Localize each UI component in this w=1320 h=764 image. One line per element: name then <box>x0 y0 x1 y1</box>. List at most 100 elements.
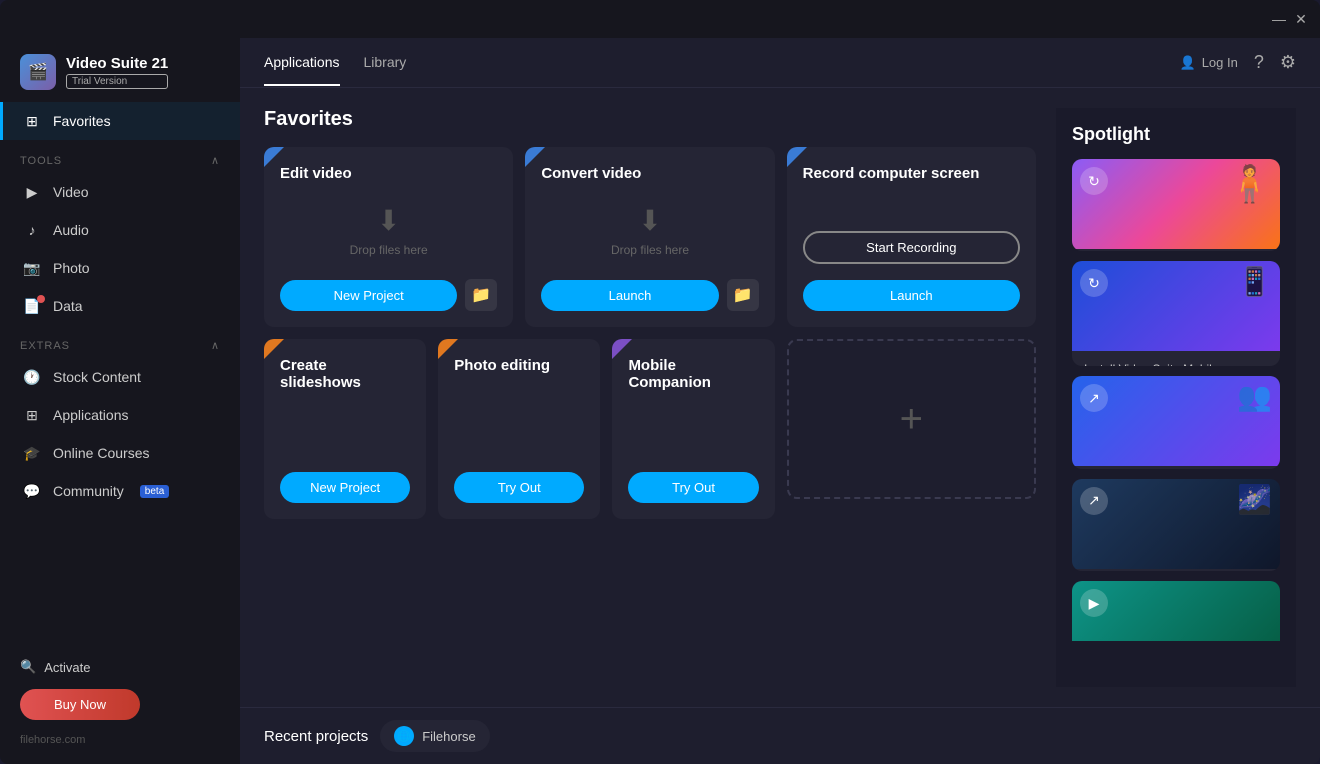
try-out-button-1[interactable]: Try Out <box>454 472 584 503</box>
sidebar-item-stock[interactable]: 🕐 Stock Content <box>0 358 240 396</box>
card-mobile-companion-title: Mobile Companion <box>628 357 758 391</box>
sidebar-item-applications[interactable]: ⊞ Applications <box>0 396 240 434</box>
tools-collapse-icon[interactable]: ∧ <box>211 154 220 167</box>
card-create-slideshows[interactable]: Create slideshows New Project <box>264 339 426 519</box>
card-edit-video-title: Edit video <box>280 165 497 182</box>
card-convert-video-actions: Launch 📁 <box>541 279 758 311</box>
community-beta-badge: beta <box>140 485 169 498</box>
courses-icon: 🎓 <box>23 444 41 462</box>
spotlight-icon-3: ↗ <box>1080 384 1108 412</box>
header-right-controls: 👤 Log In ? ⚙ <box>1180 52 1297 73</box>
card-convert-video[interactable]: Convert video ⬇ Drop files here Launch 📁 <box>525 147 774 327</box>
community-icon: 💬 <box>23 482 41 500</box>
filehorse-watermark: filehorse.com <box>20 728 220 752</box>
card-photo-editing-title: Photo editing <box>454 357 584 374</box>
new-project-button-2[interactable]: New Project <box>280 472 410 503</box>
spotlight-content-4: Upgrade to Movavi Unlimited <box>1072 569 1280 571</box>
video-icon: ▶ <box>23 183 41 201</box>
sidebar-item-photo[interactable]: 📷 Photo <box>0 249 240 287</box>
spotlight-bg-4: ↗ 🌌 <box>1072 479 1280 569</box>
launch-button-2[interactable]: Launch <box>803 280 1020 311</box>
minimize-button[interactable]: — <box>1272 12 1286 26</box>
spotlight-card-better[interactable]: ↗ 👥 Help Us Make Video Suite Better <box>1072 376 1280 468</box>
spotlight-bg-2: ↻ 📱 <box>1072 261 1280 351</box>
spotlight-icon-5: ▶ <box>1080 589 1108 617</box>
sidebar-item-video[interactable]: ▶ Video <box>0 173 240 211</box>
favorites-content: Favorites Edit video ⬇ Drop files here <box>240 88 1320 707</box>
new-project-button-1[interactable]: New Project <box>280 280 457 311</box>
settings-button[interactable]: ⚙ <box>1280 52 1296 73</box>
card-edit-video-actions: New Project 📁 <box>280 279 497 311</box>
filehorse-badge-icon: 🌐 <box>394 726 414 746</box>
spotlight-icon-2: ↻ <box>1080 269 1108 297</box>
filehorse-badge[interactable]: 🌐 Filehorse <box>380 720 489 752</box>
spotlight-card-extra[interactable]: ▶ <box>1072 581 1280 671</box>
card-record-screen[interactable]: Record computer screen Start Recording L… <box>787 147 1036 327</box>
user-icon: 👤 <box>1180 55 1196 71</box>
title-bar-controls: — ✕ <box>1272 12 1308 26</box>
spotlight-content-3: Help Us Make Video Suite Better <box>1072 466 1280 468</box>
card-corner-orange-2 <box>438 339 458 359</box>
sidebar: 🎬 Video Suite 21 Trial Version ⊞ Favorit… <box>0 38 240 764</box>
content-area: Applications Library 👤 Log In ? ⚙ Favori… <box>240 38 1320 764</box>
sidebar-item-audio[interactable]: ♪ Audio <box>0 211 240 249</box>
app-logo: 🎬 <box>20 54 56 90</box>
card-record-spacer <box>803 190 1020 223</box>
card-photo-editing[interactable]: Photo editing Try Out <box>438 339 600 519</box>
extras-section-label: EXTRAS ∧ <box>0 325 240 358</box>
card-corner-purple-1 <box>612 339 632 359</box>
recent-projects-bar: Recent projects 🌐 Filehorse <box>240 707 1320 764</box>
recent-projects-label: Recent projects <box>264 728 368 745</box>
tab-library[interactable]: Library <box>364 40 407 86</box>
stock-icon: 🕐 <box>23 368 41 386</box>
app-title-block: Video Suite 21 Trial Version <box>66 55 168 89</box>
spotlight-content-1: Get All Movavi Effects at Once! <box>1072 249 1280 251</box>
tab-applications[interactable]: Applications <box>264 40 340 86</box>
spotlight-figure-2: 📱 <box>1237 265 1272 298</box>
spotlight-bg-1: ↻ 🧍 <box>1072 159 1280 249</box>
card-photo-editing-spacer <box>454 382 584 464</box>
sidebar-item-favorites[interactable]: ⊞ Favorites <box>0 102 240 140</box>
spotlight-content-2: Install Video Suite Mobile Companion <box>1072 351 1280 366</box>
spotlight-title: Spotlight <box>1072 124 1280 145</box>
card-corner-blue-2 <box>525 147 545 167</box>
card-corner-orange-1 <box>264 339 284 359</box>
cards-grid-row1: Edit video ⬇ Drop files here New Project… <box>264 147 1036 327</box>
sidebar-bottom: 🔍 Activate Buy Now filehorse.com <box>0 641 240 764</box>
add-icon: + <box>900 397 923 442</box>
activate-button[interactable]: 🔍 Activate <box>20 653 220 681</box>
buy-now-button[interactable]: Buy Now <box>20 689 140 720</box>
drop-icon-2: ⬇ <box>638 204 661 237</box>
spotlight-figure-4: 🌌 <box>1237 483 1272 516</box>
sidebar-header: 🎬 Video Suite 21 Trial Version <box>0 38 240 102</box>
card-convert-video-title: Convert video <box>541 165 758 182</box>
card-mobile-companion[interactable]: Mobile Companion Try Out <box>612 339 774 519</box>
sidebar-item-data[interactable]: 📄 Data <box>0 287 240 325</box>
spotlight-bg-5: ▶ <box>1072 581 1280 641</box>
card-edit-video[interactable]: Edit video ⬇ Drop files here New Project… <box>264 147 513 327</box>
card-slideshows-actions: New Project <box>280 472 410 503</box>
spotlight-figure-3: 👥 <box>1237 380 1272 413</box>
launch-button-1[interactable]: Launch <box>541 280 718 311</box>
start-recording-button[interactable]: Start Recording <box>803 231 1020 264</box>
help-button[interactable]: ? <box>1254 52 1264 73</box>
spotlight-card-effects[interactable]: ↻ 🧍 Get All Movavi Effects at Once! <box>1072 159 1280 251</box>
add-tile[interactable]: + <box>787 339 1036 499</box>
sidebar-item-community[interactable]: 💬 Community beta <box>0 472 240 510</box>
spotlight-card-unlimited[interactable]: ↗ 🌌 Upgrade to Movavi Unlimited <box>1072 479 1280 571</box>
folder-icon-2[interactable]: 📁 <box>727 279 759 311</box>
close-button[interactable]: ✕ <box>1294 12 1308 26</box>
login-button[interactable]: 👤 Log In <box>1180 55 1238 71</box>
extras-collapse-icon[interactable]: ∧ <box>211 339 220 352</box>
sidebar-item-courses[interactable]: 🎓 Online Courses <box>0 434 240 472</box>
main-layout: 🎬 Video Suite 21 Trial Version ⊞ Favorit… <box>0 38 1320 764</box>
folder-icon-1[interactable]: 📁 <box>465 279 497 311</box>
cards-row2: Create slideshows New Project Photo edit… <box>264 339 1036 519</box>
card-record-actions: Start Recording Launch <box>803 231 1020 311</box>
card-corner-blue-1 <box>264 147 284 167</box>
card-convert-video-drop: ⬇ Drop files here <box>541 190 758 271</box>
spotlight-card-mobile[interactable]: ↻ 📱 Install Video Suite Mobile Companion <box>1072 261 1280 366</box>
try-out-button-2[interactable]: Try Out <box>628 472 758 503</box>
spotlight-icon-1: ↻ <box>1080 167 1108 195</box>
spotlight-sidebar: Spotlight ↻ 🧍 Get All Movavi Effects at … <box>1056 108 1296 687</box>
